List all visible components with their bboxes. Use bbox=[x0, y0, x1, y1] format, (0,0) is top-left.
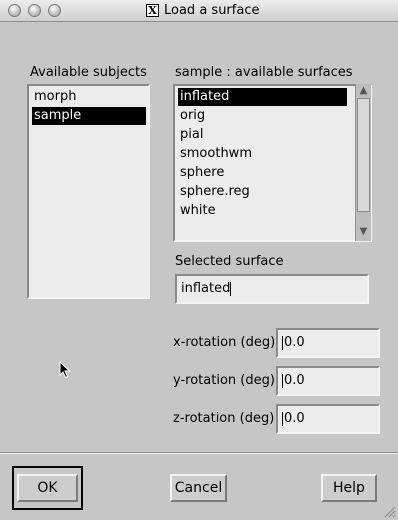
surface-item-sphere-reg[interactable]: sphere.reg bbox=[178, 183, 252, 201]
text-caret bbox=[230, 281, 232, 296]
x-rotation-value: 0.0 bbox=[284, 335, 305, 350]
x-window-icon: X bbox=[146, 4, 159, 17]
text-caret bbox=[282, 335, 283, 350]
scrollbar-thumb[interactable] bbox=[357, 98, 370, 212]
button-separator bbox=[0, 452, 398, 454]
surfaces-label: sample : available surfaces bbox=[175, 65, 353, 80]
selected-surface-field[interactable]: inflated bbox=[175, 274, 369, 304]
z-rotation-value: 0.0 bbox=[284, 411, 305, 426]
selected-surface-value: inflated bbox=[181, 281, 231, 296]
surface-item-orig[interactable]: orig bbox=[178, 107, 207, 125]
surface-item-white[interactable]: white bbox=[178, 202, 218, 220]
z-rotation-input[interactable]: 0.0 bbox=[276, 404, 380, 434]
z-rotation-label: z-rotation (deg) bbox=[173, 411, 275, 426]
y-rotation-input[interactable]: 0.0 bbox=[276, 366, 380, 396]
surface-item-sphere[interactable]: sphere bbox=[178, 164, 226, 182]
subjects-label: Available subjects bbox=[30, 65, 147, 80]
surfaces-scrollbar[interactable]: ▲ ▼ bbox=[355, 84, 371, 241]
help-button[interactable]: Help bbox=[321, 474, 377, 502]
subject-item-morph[interactable]: morph bbox=[32, 88, 78, 106]
zoom-window-button[interactable] bbox=[48, 4, 61, 17]
surface-item-pial[interactable]: pial bbox=[178, 126, 205, 144]
surface-item-smoothwm[interactable]: smoothwm bbox=[178, 145, 254, 163]
x-rotation-input[interactable]: 0.0 bbox=[276, 328, 380, 358]
minimize-window-button[interactable] bbox=[28, 4, 41, 17]
title-bar[interactable]: X Load a surface bbox=[0, 0, 398, 22]
selected-surface-label: Selected surface bbox=[175, 254, 284, 269]
x-rotation-label: x-rotation (deg) bbox=[173, 335, 276, 350]
scroll-up-arrow-icon[interactable]: ▲ bbox=[357, 85, 370, 97]
window-title: Load a surface bbox=[164, 3, 260, 18]
scroll-down-arrow-icon[interactable]: ▼ bbox=[357, 226, 370, 238]
y-rotation-value: 0.0 bbox=[284, 373, 305, 388]
subject-item-sample[interactable]: sample bbox=[32, 107, 146, 125]
subjects-list[interactable]: morph sample bbox=[27, 84, 150, 299]
ok-button[interactable]: OK bbox=[17, 474, 78, 502]
surfaces-list[interactable]: inflated orig pial smoothwm sphere spher… bbox=[173, 84, 372, 242]
cancel-button[interactable]: Cancel bbox=[170, 474, 227, 502]
y-rotation-label: y-rotation (deg) bbox=[173, 373, 275, 388]
surface-item-inflated[interactable]: inflated bbox=[178, 88, 347, 106]
mouse-pointer-icon bbox=[59, 361, 71, 379]
resize-grip-icon[interactable] bbox=[382, 504, 396, 518]
text-caret bbox=[282, 373, 283, 388]
close-window-button[interactable] bbox=[8, 4, 21, 17]
text-caret bbox=[282, 411, 283, 426]
